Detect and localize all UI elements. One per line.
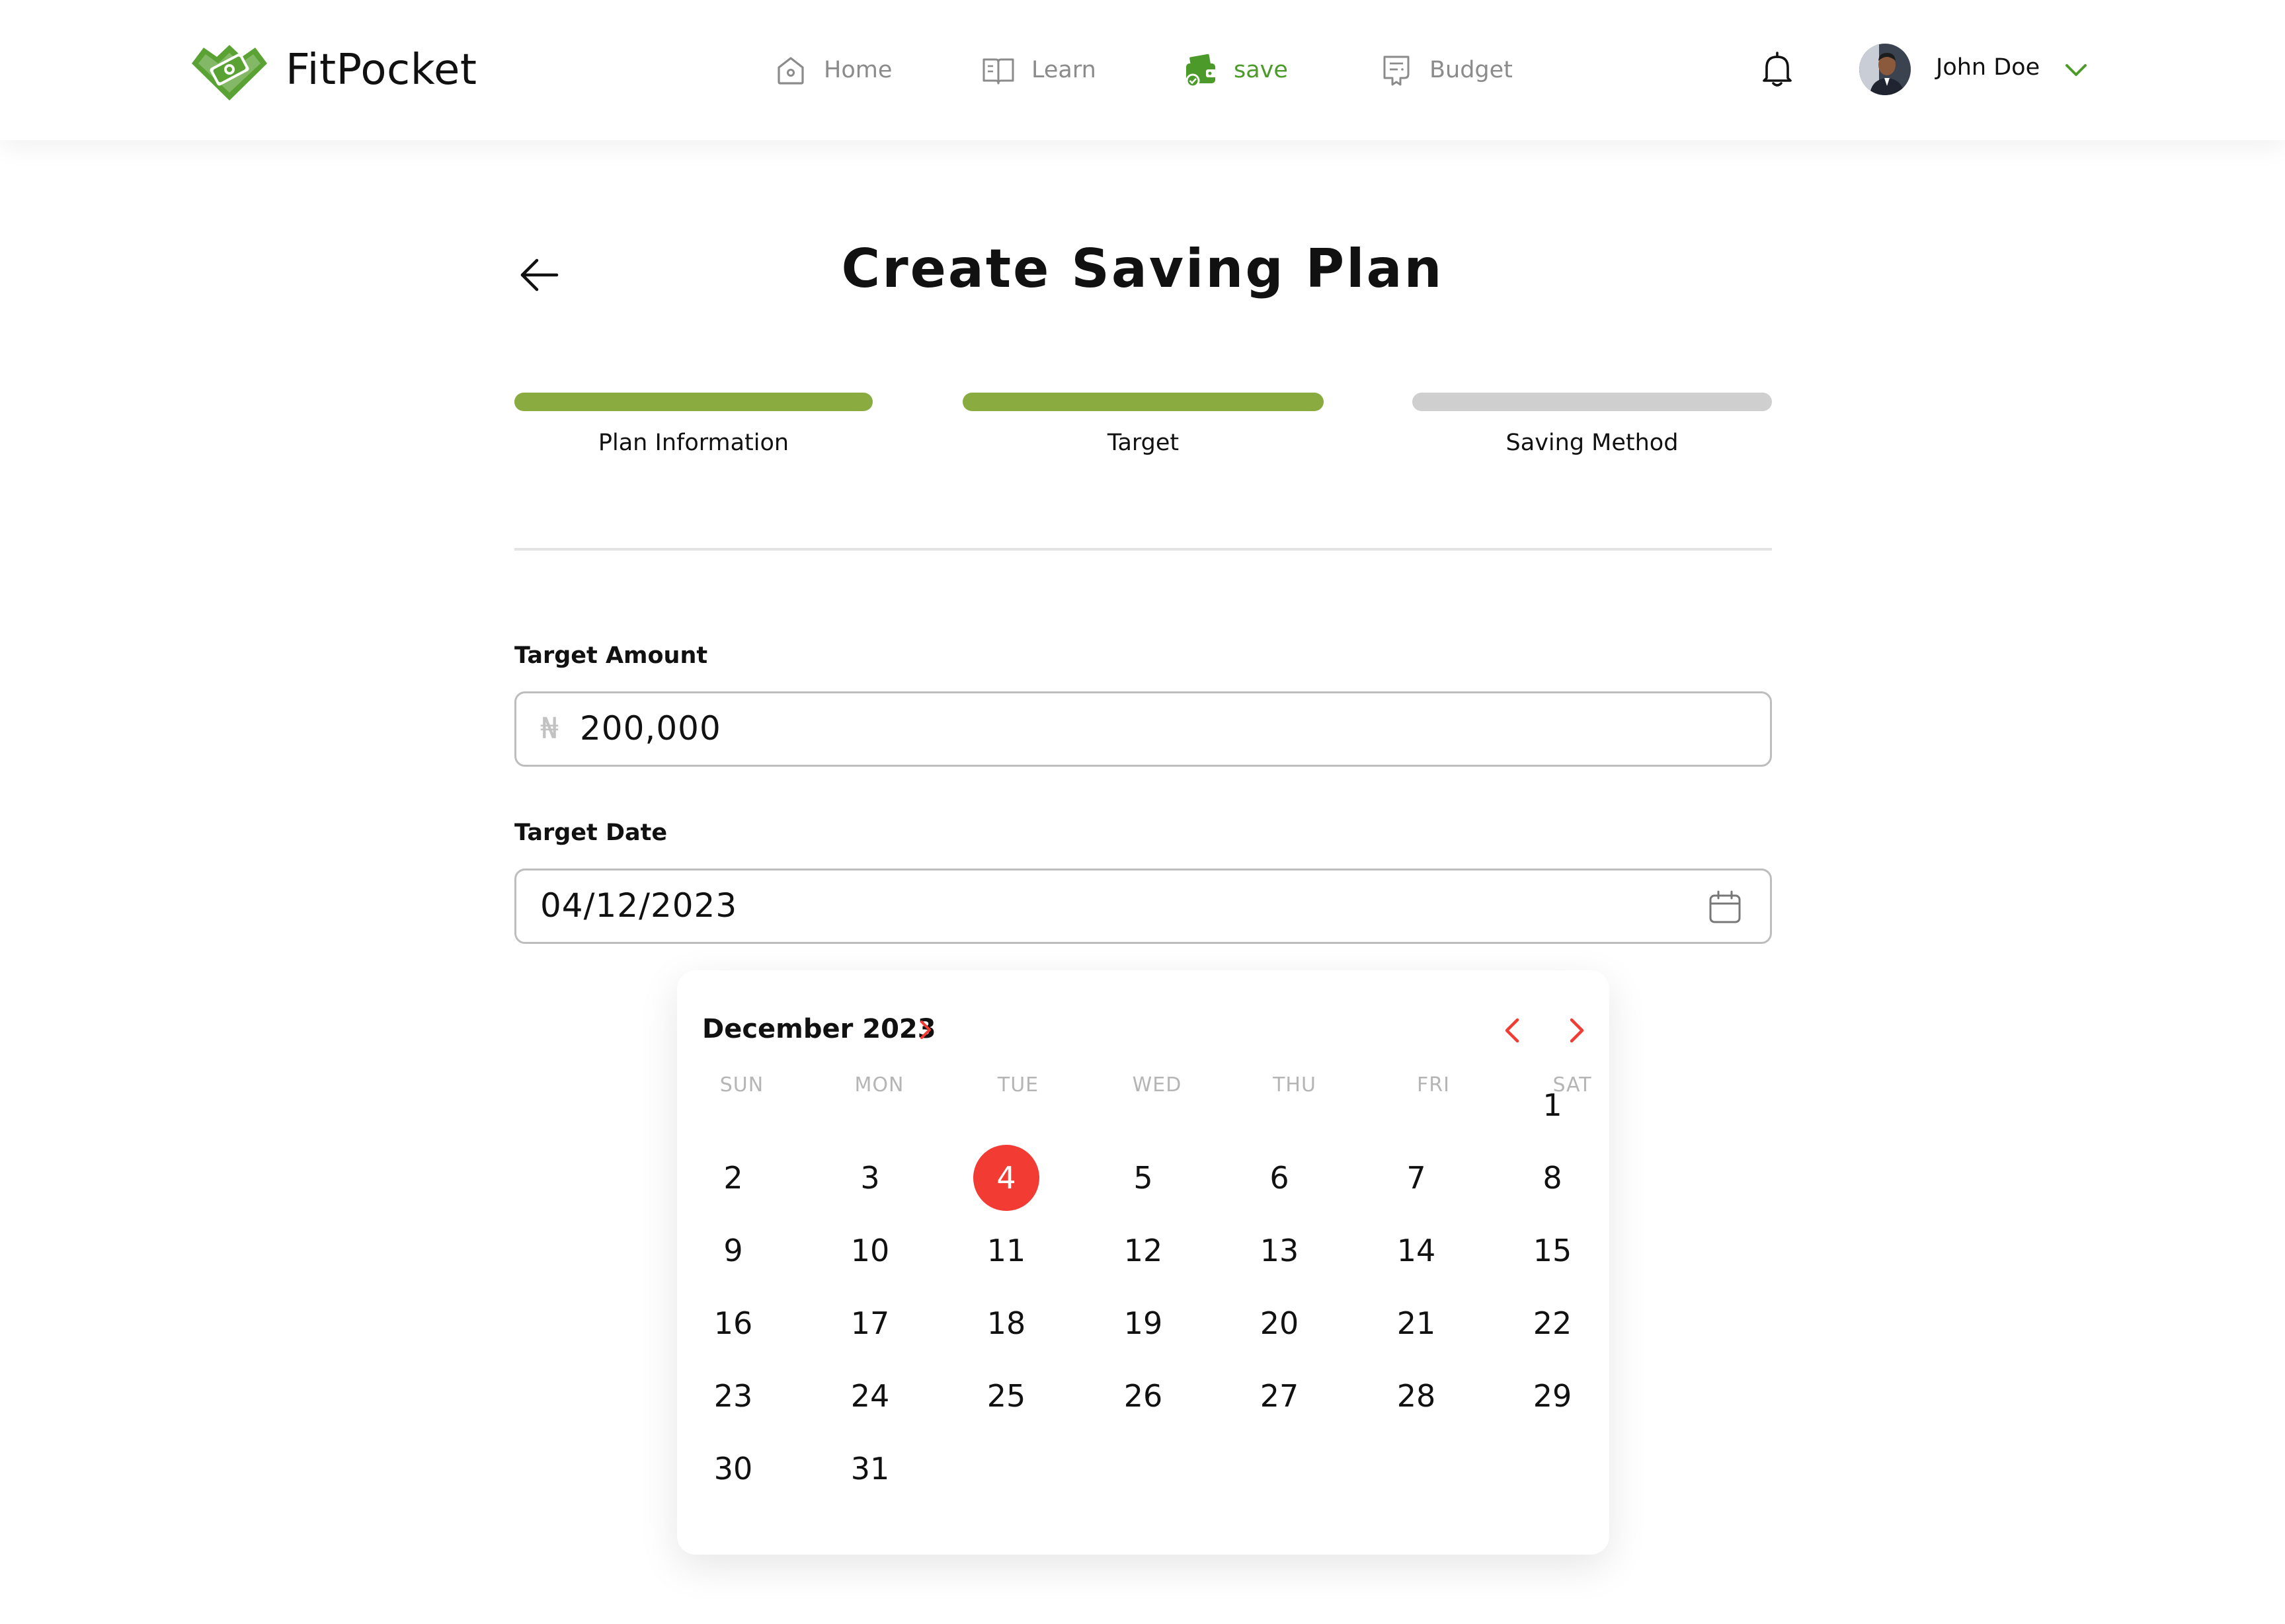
nav-item-save[interactable]: save: [1182, 50, 1288, 90]
section-divider: [514, 548, 1772, 551]
calendar-day[interactable]: 23: [700, 1363, 766, 1429]
avatar-photo: [1859, 44, 1911, 95]
calendar-day[interactable]: 24: [837, 1363, 903, 1429]
calendar-day[interactable]: 9: [700, 1218, 766, 1284]
next-month-button[interactable]: [1559, 1014, 1592, 1047]
calendar-day[interactable]: 16: [700, 1290, 766, 1356]
target-date-value: 04/12/2023: [540, 886, 738, 925]
weekday-label: THU: [1273, 1073, 1316, 1097]
nav-item-label: Learn: [1031, 57, 1096, 83]
calendar-day[interactable]: 21: [1383, 1290, 1449, 1356]
app-logo[interactable]: FitPocket: [188, 37, 477, 103]
calendar-day[interactable]: 26: [1110, 1363, 1176, 1429]
fitpocket-logo-icon: [192, 45, 267, 100]
calendar-day[interactable]: 17: [837, 1290, 903, 1356]
weekday-label: TUE: [997, 1073, 1039, 1097]
step-label-saving-method[interactable]: Saving Method: [1412, 430, 1772, 456]
top-navigation-bar: FitPocket Home Learn save Budget John Do…: [0, 0, 2285, 140]
app-name: FitPocket: [286, 46, 477, 95]
calendar-day[interactable]: 28: [1383, 1363, 1449, 1429]
user-name[interactable]: John Doe: [1936, 54, 2040, 81]
date-picker-popup: December 2023 SUN MON TUE WED THU FRI SA…: [677, 970, 1609, 1555]
calendar-day[interactable]: 1: [1519, 1072, 1585, 1138]
calendar-day[interactable]: 22: [1519, 1290, 1585, 1356]
calendar-day[interactable]: 8: [1519, 1145, 1585, 1211]
currency-symbol: ₦: [540, 712, 559, 746]
nav-item-home[interactable]: Home: [772, 50, 892, 90]
calendar-day-selected[interactable]: 4: [973, 1145, 1039, 1211]
calendar-month-label[interactable]: December 2023: [702, 1014, 936, 1044]
wallet-icon: [1185, 54, 1217, 88]
calendar-day[interactable]: 10: [837, 1218, 903, 1284]
calendar-day[interactable]: 11: [973, 1218, 1039, 1284]
target-date-field[interactable]: 04/12/2023: [514, 869, 1772, 944]
book-icon: [982, 58, 1014, 85]
calendar-day[interactable]: 29: [1519, 1363, 1585, 1429]
calendar-day[interactable]: 7: [1383, 1145, 1449, 1211]
home-icon: [778, 57, 804, 85]
weekday-label: MON: [854, 1073, 904, 1097]
user-avatar[interactable]: [1859, 44, 1911, 95]
target-amount-value: 200,000: [580, 709, 721, 748]
nav-item-label: Home: [824, 57, 893, 83]
step-label-plan-information[interactable]: Plan Information: [514, 430, 873, 456]
page-title: Create Saving Plan: [841, 238, 1444, 299]
calendar-day[interactable]: 27: [1246, 1363, 1312, 1429]
nav-item-label: Budget: [1429, 57, 1513, 83]
step-bar-plan-information: [514, 393, 873, 411]
calendar-day[interactable]: 3: [837, 1145, 903, 1211]
calendar-icon[interactable]: [1706, 889, 1744, 926]
calendar-day[interactable]: 25: [973, 1363, 1039, 1429]
weekday-label: FRI: [1417, 1073, 1450, 1097]
chevron-down-icon[interactable]: [2062, 56, 2091, 85]
nav-item-label: save: [1234, 57, 1288, 83]
calendar-day[interactable]: 5: [1110, 1145, 1176, 1211]
calendar-day[interactable]: 18: [973, 1290, 1039, 1356]
calendar-day[interactable]: 15: [1519, 1218, 1585, 1284]
weekday-label: SUN: [719, 1073, 764, 1097]
calendar-day[interactable]: 19: [1110, 1290, 1176, 1356]
target-date-label: Target Date: [514, 820, 668, 846]
step-bar-saving-method: [1412, 393, 1772, 411]
calendar-day[interactable]: 2: [700, 1145, 766, 1211]
notification-bell-icon[interactable]: [1756, 49, 1798, 91]
previous-month-button[interactable]: [1497, 1014, 1530, 1047]
calendar-day[interactable]: 20: [1246, 1290, 1312, 1356]
calendar-day[interactable]: 14: [1383, 1218, 1449, 1284]
nav-item-budget[interactable]: Budget: [1378, 50, 1513, 90]
calendar-day[interactable]: 12: [1110, 1218, 1176, 1284]
calendar-day[interactable]: 13: [1246, 1218, 1312, 1284]
calendar-day[interactable]: 31: [837, 1436, 903, 1502]
nav-item-learn[interactable]: Learn: [980, 50, 1096, 90]
target-amount-label: Target Amount: [514, 642, 708, 669]
receipt-icon: [1383, 56, 1410, 86]
step-label-target[interactable]: Target: [963, 430, 1324, 456]
step-bar-target: [963, 393, 1324, 411]
weekday-label: WED: [1132, 1073, 1182, 1097]
target-amount-field[interactable]: ₦ 200,000: [514, 691, 1772, 767]
calendar-day[interactable]: 30: [700, 1436, 766, 1502]
calendar-day[interactable]: 6: [1246, 1145, 1312, 1211]
chevron-right-icon[interactable]: [912, 1017, 939, 1043]
